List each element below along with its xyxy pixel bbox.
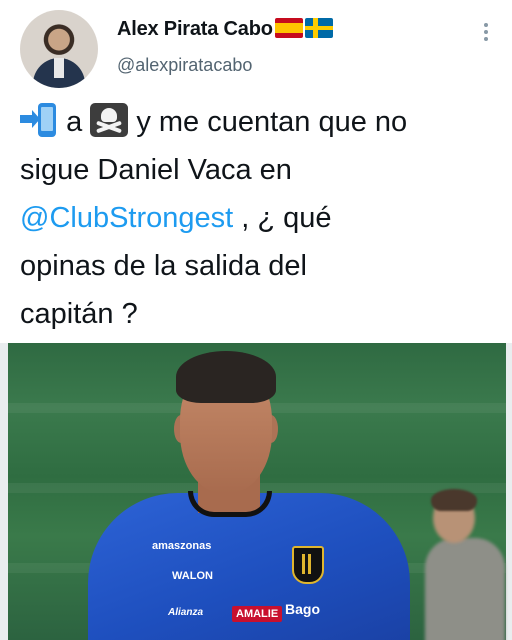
tweet-header: Alex Pirata Cabo @alexpiratacabo xyxy=(0,0,512,92)
tweet-photo[interactable]: amaszonas WALON Alianza AMALIE Bago xyxy=(0,343,512,640)
spain-flag-icon xyxy=(274,18,303,38)
more-options-icon[interactable] xyxy=(478,20,494,44)
pirate-flag-icon xyxy=(90,103,129,137)
tweet-line5: capitán ? xyxy=(20,298,138,330)
tweet-line3-end: , ¿ qué xyxy=(241,202,332,234)
tweet-line4: opinas de la salida del xyxy=(20,250,307,282)
club-crest-icon xyxy=(292,546,324,584)
sponsor-alianza: Alianza xyxy=(168,607,204,618)
avatar-shirt xyxy=(54,58,64,78)
jersey-collar xyxy=(188,491,272,517)
display-name[interactable]: Alex Pirata Cabo xyxy=(117,18,333,41)
avatar[interactable] xyxy=(20,10,98,88)
sponsor-amalie: AMALIE xyxy=(232,606,283,622)
tweet-line1-end: y me cuentan que no xyxy=(136,106,408,138)
timestamp-cutoff xyxy=(20,330,500,344)
photo-border-left xyxy=(0,343,8,640)
tweet-line2: sigue Daniel Vaca en xyxy=(20,154,292,186)
sweden-flag-icon xyxy=(304,18,333,38)
background-person xyxy=(425,489,507,640)
tweet-text: a y me cuentan que no sigue Daniel Vaca … xyxy=(20,98,500,338)
tweet-word-a: a xyxy=(66,106,83,138)
display-name-text: Alex Pirata Cabo xyxy=(117,18,273,40)
player-hair xyxy=(176,351,276,403)
incoming-phone-icon xyxy=(20,103,58,137)
mention-link[interactable]: @ClubStrongest xyxy=(20,202,233,234)
user-handle[interactable]: @alexpiratacabo xyxy=(117,55,252,76)
sponsor-walon: WALON xyxy=(172,570,213,582)
sponsor-amaszonas: amaszonas xyxy=(152,540,212,552)
sponsor-bago: Bago xyxy=(285,601,320,617)
